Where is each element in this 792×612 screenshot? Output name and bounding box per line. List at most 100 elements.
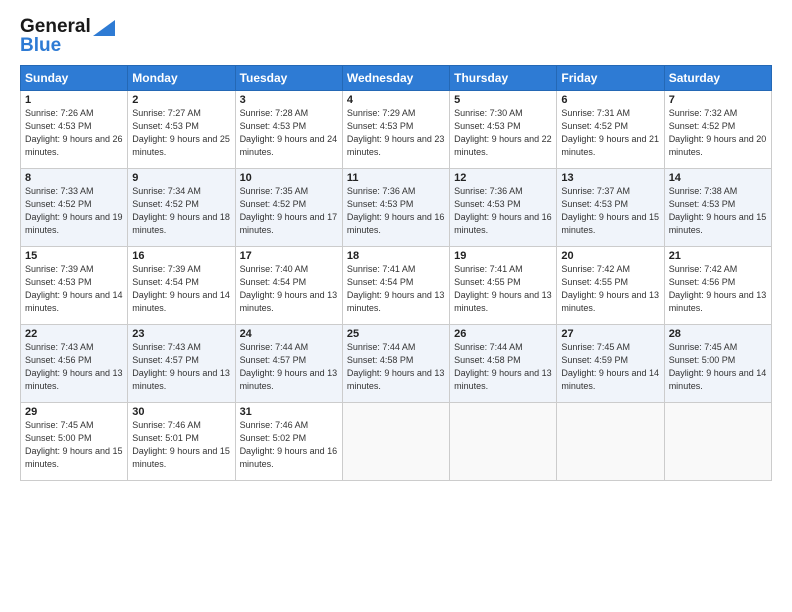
day-number: 27 bbox=[561, 328, 659, 340]
page: General Blue SundayMondayTuesdayWednesda… bbox=[0, 0, 792, 612]
day-number: 14 bbox=[669, 172, 767, 184]
week-row: 29Sunrise: 7:45 AMSunset: 5:00 PMDayligh… bbox=[21, 403, 772, 481]
calendar-table: SundayMondayTuesdayWednesdayThursdayFrid… bbox=[20, 65, 772, 481]
calendar-cell: 27Sunrise: 7:45 AMSunset: 4:59 PMDayligh… bbox=[557, 325, 664, 403]
calendar-cell: 11Sunrise: 7:36 AMSunset: 4:53 PMDayligh… bbox=[342, 169, 449, 247]
day-info: Sunrise: 7:36 AMSunset: 4:53 PMDaylight:… bbox=[454, 185, 552, 237]
day-info: Sunrise: 7:41 AMSunset: 4:54 PMDaylight:… bbox=[347, 263, 445, 315]
logo-blue: Blue bbox=[20, 35, 61, 57]
calendar-cell: 17Sunrise: 7:40 AMSunset: 4:54 PMDayligh… bbox=[235, 247, 342, 325]
day-number: 22 bbox=[25, 328, 123, 340]
day-info: Sunrise: 7:36 AMSunset: 4:53 PMDaylight:… bbox=[347, 185, 445, 237]
calendar-cell: 19Sunrise: 7:41 AMSunset: 4:55 PMDayligh… bbox=[450, 247, 557, 325]
calendar-cell: 15Sunrise: 7:39 AMSunset: 4:53 PMDayligh… bbox=[21, 247, 128, 325]
calendar-cell: 24Sunrise: 7:44 AMSunset: 4:57 PMDayligh… bbox=[235, 325, 342, 403]
day-number: 16 bbox=[132, 250, 230, 262]
day-info: Sunrise: 7:26 AMSunset: 4:53 PMDaylight:… bbox=[25, 107, 123, 159]
calendar-cell: 16Sunrise: 7:39 AMSunset: 4:54 PMDayligh… bbox=[128, 247, 235, 325]
header-day: Saturday bbox=[664, 66, 771, 91]
day-number: 2 bbox=[132, 94, 230, 106]
calendar-cell: 6Sunrise: 7:31 AMSunset: 4:52 PMDaylight… bbox=[557, 91, 664, 169]
calendar-cell: 3Sunrise: 7:28 AMSunset: 4:53 PMDaylight… bbox=[235, 91, 342, 169]
day-number: 31 bbox=[240, 406, 338, 418]
calendar-cell: 20Sunrise: 7:42 AMSunset: 4:55 PMDayligh… bbox=[557, 247, 664, 325]
day-number: 10 bbox=[240, 172, 338, 184]
day-number: 5 bbox=[454, 94, 552, 106]
day-number: 28 bbox=[669, 328, 767, 340]
calendar-cell bbox=[450, 403, 557, 481]
day-number: 7 bbox=[669, 94, 767, 106]
header-row: SundayMondayTuesdayWednesdayThursdayFrid… bbox=[21, 66, 772, 91]
header: General Blue bbox=[20, 16, 772, 57]
calendar-cell: 29Sunrise: 7:45 AMSunset: 5:00 PMDayligh… bbox=[21, 403, 128, 481]
day-info: Sunrise: 7:46 AMSunset: 5:02 PMDaylight:… bbox=[240, 419, 338, 471]
day-info: Sunrise: 7:39 AMSunset: 4:53 PMDaylight:… bbox=[25, 263, 123, 315]
header-day: Monday bbox=[128, 66, 235, 91]
day-number: 17 bbox=[240, 250, 338, 262]
day-info: Sunrise: 7:37 AMSunset: 4:53 PMDaylight:… bbox=[561, 185, 659, 237]
calendar-cell: 22Sunrise: 7:43 AMSunset: 4:56 PMDayligh… bbox=[21, 325, 128, 403]
header-day: Wednesday bbox=[342, 66, 449, 91]
week-row: 8Sunrise: 7:33 AMSunset: 4:52 PMDaylight… bbox=[21, 169, 772, 247]
day-number: 26 bbox=[454, 328, 552, 340]
day-number: 25 bbox=[347, 328, 445, 340]
calendar-cell: 9Sunrise: 7:34 AMSunset: 4:52 PMDaylight… bbox=[128, 169, 235, 247]
day-info: Sunrise: 7:45 AMSunset: 5:00 PMDaylight:… bbox=[669, 341, 767, 393]
calendar-cell: 28Sunrise: 7:45 AMSunset: 5:00 PMDayligh… bbox=[664, 325, 771, 403]
day-info: Sunrise: 7:39 AMSunset: 4:54 PMDaylight:… bbox=[132, 263, 230, 315]
calendar-cell: 31Sunrise: 7:46 AMSunset: 5:02 PMDayligh… bbox=[235, 403, 342, 481]
week-row: 1Sunrise: 7:26 AMSunset: 4:53 PMDaylight… bbox=[21, 91, 772, 169]
day-number: 23 bbox=[132, 328, 230, 340]
header-day: Sunday bbox=[21, 66, 128, 91]
calendar-cell: 18Sunrise: 7:41 AMSunset: 4:54 PMDayligh… bbox=[342, 247, 449, 325]
day-info: Sunrise: 7:33 AMSunset: 4:52 PMDaylight:… bbox=[25, 185, 123, 237]
day-number: 20 bbox=[561, 250, 659, 262]
day-info: Sunrise: 7:30 AMSunset: 4:53 PMDaylight:… bbox=[454, 107, 552, 159]
header-day: Friday bbox=[557, 66, 664, 91]
header-day: Tuesday bbox=[235, 66, 342, 91]
calendar-cell: 1Sunrise: 7:26 AMSunset: 4:53 PMDaylight… bbox=[21, 91, 128, 169]
day-number: 24 bbox=[240, 328, 338, 340]
calendar-cell: 14Sunrise: 7:38 AMSunset: 4:53 PMDayligh… bbox=[664, 169, 771, 247]
day-number: 13 bbox=[561, 172, 659, 184]
calendar-cell: 23Sunrise: 7:43 AMSunset: 4:57 PMDayligh… bbox=[128, 325, 235, 403]
logo: General Blue bbox=[20, 16, 115, 57]
day-number: 18 bbox=[347, 250, 445, 262]
calendar-cell: 21Sunrise: 7:42 AMSunset: 4:56 PMDayligh… bbox=[664, 247, 771, 325]
day-info: Sunrise: 7:35 AMSunset: 4:52 PMDaylight:… bbox=[240, 185, 338, 237]
day-info: Sunrise: 7:34 AMSunset: 4:52 PMDaylight:… bbox=[132, 185, 230, 237]
day-info: Sunrise: 7:45 AMSunset: 5:00 PMDaylight:… bbox=[25, 419, 123, 471]
day-number: 4 bbox=[347, 94, 445, 106]
day-info: Sunrise: 7:27 AMSunset: 4:53 PMDaylight:… bbox=[132, 107, 230, 159]
day-info: Sunrise: 7:31 AMSunset: 4:52 PMDaylight:… bbox=[561, 107, 659, 159]
day-number: 9 bbox=[132, 172, 230, 184]
day-info: Sunrise: 7:32 AMSunset: 4:52 PMDaylight:… bbox=[669, 107, 767, 159]
day-number: 21 bbox=[669, 250, 767, 262]
day-info: Sunrise: 7:43 AMSunset: 4:56 PMDaylight:… bbox=[25, 341, 123, 393]
calendar-cell: 10Sunrise: 7:35 AMSunset: 4:52 PMDayligh… bbox=[235, 169, 342, 247]
calendar-cell: 8Sunrise: 7:33 AMSunset: 4:52 PMDaylight… bbox=[21, 169, 128, 247]
week-row: 15Sunrise: 7:39 AMSunset: 4:53 PMDayligh… bbox=[21, 247, 772, 325]
day-info: Sunrise: 7:38 AMSunset: 4:53 PMDaylight:… bbox=[669, 185, 767, 237]
calendar-cell bbox=[557, 403, 664, 481]
day-number: 3 bbox=[240, 94, 338, 106]
day-info: Sunrise: 7:46 AMSunset: 5:01 PMDaylight:… bbox=[132, 419, 230, 471]
day-info: Sunrise: 7:45 AMSunset: 4:59 PMDaylight:… bbox=[561, 341, 659, 393]
calendar-cell: 25Sunrise: 7:44 AMSunset: 4:58 PMDayligh… bbox=[342, 325, 449, 403]
day-info: Sunrise: 7:44 AMSunset: 4:58 PMDaylight:… bbox=[347, 341, 445, 393]
day-info: Sunrise: 7:28 AMSunset: 4:53 PMDaylight:… bbox=[240, 107, 338, 159]
day-info: Sunrise: 7:44 AMSunset: 4:57 PMDaylight:… bbox=[240, 341, 338, 393]
week-row: 22Sunrise: 7:43 AMSunset: 4:56 PMDayligh… bbox=[21, 325, 772, 403]
day-number: 11 bbox=[347, 172, 445, 184]
day-number: 12 bbox=[454, 172, 552, 184]
day-info: Sunrise: 7:29 AMSunset: 4:53 PMDaylight:… bbox=[347, 107, 445, 159]
calendar-cell: 12Sunrise: 7:36 AMSunset: 4:53 PMDayligh… bbox=[450, 169, 557, 247]
calendar-cell bbox=[342, 403, 449, 481]
calendar-cell: 13Sunrise: 7:37 AMSunset: 4:53 PMDayligh… bbox=[557, 169, 664, 247]
calendar-cell: 4Sunrise: 7:29 AMSunset: 4:53 PMDaylight… bbox=[342, 91, 449, 169]
day-number: 1 bbox=[25, 94, 123, 106]
day-number: 19 bbox=[454, 250, 552, 262]
header-day: Thursday bbox=[450, 66, 557, 91]
day-info: Sunrise: 7:43 AMSunset: 4:57 PMDaylight:… bbox=[132, 341, 230, 393]
calendar-cell: 5Sunrise: 7:30 AMSunset: 4:53 PMDaylight… bbox=[450, 91, 557, 169]
